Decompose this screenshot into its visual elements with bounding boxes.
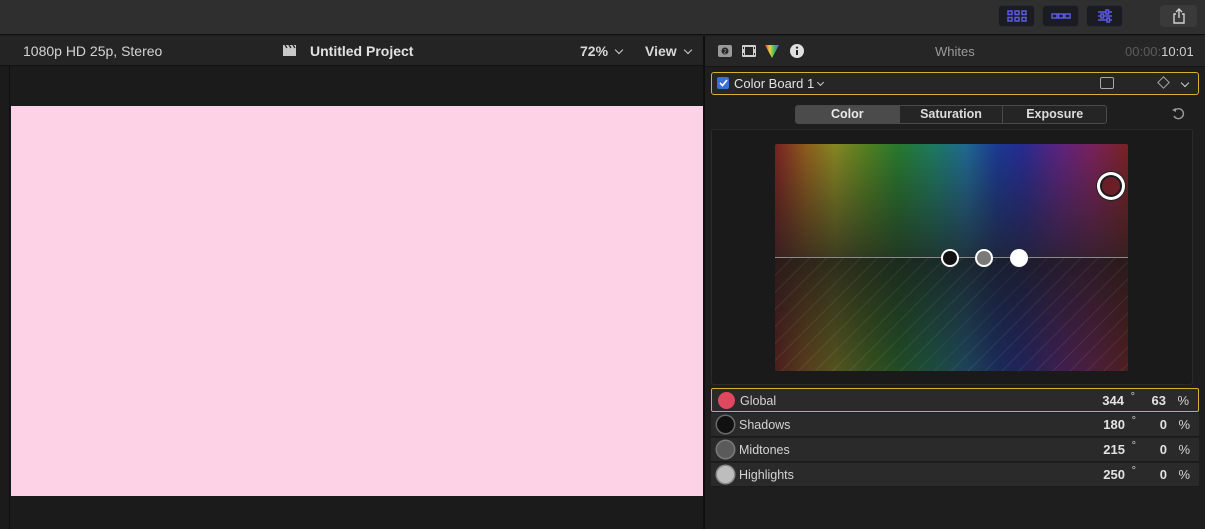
row-highlights[interactable]: Highlights 250 ° 0 % [711, 463, 1199, 487]
angle-field[interactable]: 215 [1103, 442, 1125, 457]
global-puck-inner [1100, 175, 1122, 197]
chevron-down-icon [817, 78, 825, 87]
format-label: 1080p HD 25p, Stereo [23, 43, 163, 59]
color-inspector-icon[interactable] [764, 43, 780, 59]
color-board-negative-half [775, 258, 1128, 371]
tab-exposure[interactable]: Exposure [1003, 106, 1106, 123]
timeline-icon [1050, 13, 1071, 19]
effect-options-menu[interactable] [1180, 76, 1190, 94]
color-board-shade [775, 144, 1128, 258]
percent-field[interactable]: 0 [1160, 442, 1167, 457]
viewer-header: 1080p HD 25p, Stereo Untitled Project 72… [0, 36, 703, 66]
color-board-tabs: Color Saturation Exposure [795, 105, 1107, 124]
percent-sign: % [1178, 417, 1190, 432]
highlights-swatch-icon [717, 466, 734, 483]
percent-sign: % [1177, 393, 1189, 408]
percent-field[interactable]: 63 [1152, 393, 1166, 408]
color-board[interactable] [775, 144, 1128, 371]
inspector-sliders-icon [1097, 9, 1112, 23]
percent-sign: % [1178, 467, 1190, 482]
row-label: Shadows [739, 418, 791, 432]
browser-grid-icon [1006, 10, 1027, 22]
shadows-puck-core [943, 251, 957, 265]
midtones-puck-core [977, 251, 991, 265]
tab-saturation[interactable]: Saturation [900, 106, 1004, 123]
inspector-section-title: Whites [935, 44, 975, 59]
timecode: 00:00:10:01 [1125, 44, 1194, 59]
inspector-toggle-button[interactable] [1086, 5, 1123, 27]
tab-color[interactable]: Color [796, 106, 900, 123]
top-toolbar [0, 0, 1205, 35]
midtones-puck[interactable] [975, 249, 993, 267]
share-button[interactable] [1160, 5, 1197, 27]
degree-symbol: ° [1131, 415, 1136, 427]
percent-field[interactable]: 0 [1160, 417, 1167, 432]
chevron-down-icon [683, 45, 692, 55]
svg-text:2: 2 [723, 49, 727, 56]
mask-icon[interactable] [1100, 77, 1114, 89]
zoom-value: 72% [580, 43, 609, 59]
row-label: Midtones [739, 443, 790, 457]
project-title: Untitled Project [310, 43, 414, 59]
browser-toggle-button[interactable] [998, 5, 1035, 27]
timecode-dim: 00:00: [1125, 44, 1162, 59]
info-icon[interactable] [789, 43, 805, 59]
percent-field[interactable]: 0 [1160, 467, 1167, 482]
viewer-canvas[interactable] [11, 106, 703, 496]
global-swatch-icon [718, 392, 735, 409]
percent-sign: % [1178, 442, 1190, 457]
timecode-bright: 10:01 [1161, 44, 1194, 59]
angle-field[interactable]: 180 [1103, 417, 1125, 432]
reset-icon[interactable] [1171, 107, 1185, 121]
highlights-puck[interactable] [1010, 249, 1028, 267]
angle-field[interactable]: 250 [1103, 467, 1125, 482]
effect-name-label: Color Board 1 [734, 76, 815, 91]
midtones-swatch-icon [717, 441, 734, 458]
shadows-swatch-icon [717, 416, 734, 433]
degree-symbol: ° [1131, 465, 1136, 477]
view-menu-label: View [645, 43, 677, 59]
row-midtones[interactable]: Midtones 215 ° 0 % [711, 438, 1199, 462]
inspector-header: 2 Whites 00:00:10:01 [705, 36, 1205, 67]
chevron-down-icon [614, 45, 624, 55]
row-label: Highlights [739, 468, 794, 482]
shadows-puck[interactable] [941, 249, 959, 267]
keyframe-diamond-icon[interactable] [1157, 76, 1170, 89]
global-puck[interactable] [1097, 172, 1125, 200]
viewer-left-edge [0, 66, 10, 529]
row-global[interactable]: Global 344 ° 63 % [711, 388, 1199, 412]
share-icon [1172, 8, 1185, 24]
view-menu[interactable]: View [645, 43, 692, 59]
video-inspector-icon[interactable] [741, 43, 757, 59]
row-label: Global [740, 394, 777, 408]
viewer: 1080p HD 25p, Stereo Untitled Project 72… [0, 36, 703, 529]
effect-enable-checkbox[interactable] [717, 77, 729, 89]
timeline-toggle-button[interactable] [1042, 5, 1079, 27]
effect-header-color-board[interactable]: Color Board 1 [711, 72, 1199, 95]
degree-symbol: ° [1130, 391, 1135, 403]
checkmark-icon [718, 79, 728, 87]
chevron-down-icon [1180, 78, 1190, 88]
row-shadows[interactable]: Shadows 180 ° 0 % [711, 413, 1199, 437]
degree-symbol: ° [1131, 440, 1136, 452]
audio-inspector-icon[interactable]: 2 [717, 43, 733, 59]
color-inspector: 2 Whites 00:00:10:01 Color Board 1 Color… [705, 36, 1205, 529]
angle-field[interactable]: 344 [1102, 393, 1124, 408]
clapperboard-icon [283, 44, 296, 56]
effect-name[interactable]: Color Board 1 [734, 76, 825, 91]
global-puck-core [1102, 177, 1120, 195]
zoom-menu[interactable]: 72% [580, 43, 624, 59]
